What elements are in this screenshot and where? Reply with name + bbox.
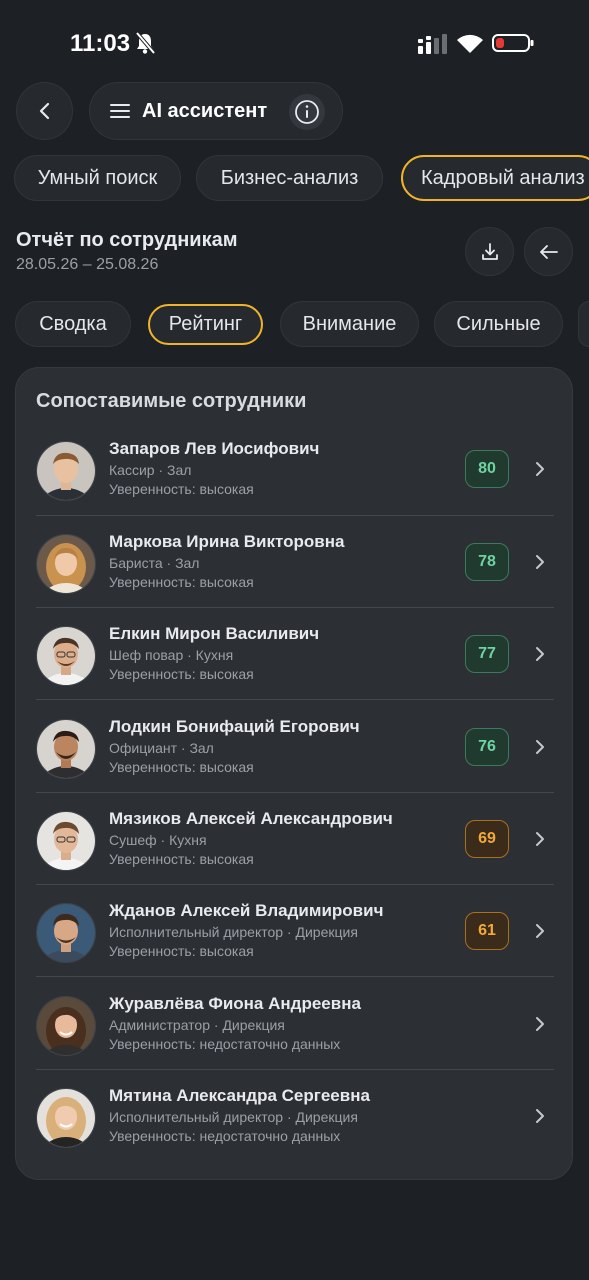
info-button[interactable] (289, 94, 325, 130)
employee-role: Официант · Зал (109, 740, 214, 756)
avatar (36, 719, 96, 779)
report-title: Отчёт по сотрудникам (16, 229, 238, 251)
employee-confidence: Уверенность: высокая (109, 759, 254, 775)
employees-card: Сопоставимые сотрудники Запаров Лев Иоси… (15, 367, 573, 1180)
signal-icon (418, 34, 447, 54)
avatar (36, 1088, 96, 1148)
employee-row[interactable]: Мятина Александра Сергеевна Исполнительн… (36, 1084, 554, 1176)
tab-business-analysis[interactable]: Бизнес-анализ (196, 155, 383, 201)
tab-rating[interactable]: Рейтинг (148, 304, 263, 345)
score-badge: 69 (465, 820, 509, 858)
report-date-range: 28.05.26 – 25.08.26 (16, 256, 159, 273)
employee-confidence: Уверенность: высокая (109, 943, 254, 959)
employee-row[interactable]: Маркова Ирина Викторовна Бариста · Зал У… (36, 530, 554, 622)
employee-row[interactable]: Мязиков Алексей Александрович Сушеф · Ку… (36, 807, 554, 899)
download-icon (481, 242, 498, 260)
tab-summary[interactable]: Сводка (15, 301, 131, 347)
employee-name: Жданов Алексей Владимирович (109, 901, 384, 920)
chevron-right-icon (536, 1109, 544, 1123)
avatar (36, 996, 96, 1056)
employee-confidence: Уверенность: высокая (109, 574, 254, 590)
score-badge: 78 (465, 543, 509, 581)
employee-name: Мязиков Алексей Александрович (109, 809, 393, 828)
employee-name: Запаров Лев Иосифович (109, 439, 320, 458)
employee-confidence: Уверенность: недостаточно данных (109, 1036, 341, 1052)
card-title: Сопоставимые сотрудники (36, 390, 307, 412)
tab-smart-search[interactable]: Умный поиск (14, 155, 181, 201)
chevron-right-icon (536, 740, 544, 754)
employee-row[interactable]: Лодкин Бонифаций Егорович Официант · Зал… (36, 715, 554, 807)
avatar (36, 811, 96, 871)
employee-name: Журавлёва Фиона Андреевна (109, 994, 361, 1013)
employee-confidence: Уверенность: высокая (109, 481, 254, 497)
employee-row[interactable]: Елкин Мирон Василивич Шеф повар · Кухня … (36, 622, 554, 714)
status-time: 11:03 (70, 30, 131, 57)
employee-role: Исполнительный директор · Дирекция (109, 1109, 358, 1125)
tab-attention[interactable]: Внимание (280, 301, 419, 347)
score-badge: 80 (465, 450, 509, 488)
divider (36, 515, 554, 516)
battery-low-icon (492, 34, 534, 52)
divider (36, 607, 554, 608)
tab-strong[interactable]: Сильные (434, 301, 563, 347)
employee-name: Мятина Александра Сергеевна (109, 1086, 370, 1105)
menu-icon[interactable] (110, 102, 130, 120)
employee-row[interactable]: Жданов Алексей Владимирович Исполнительн… (36, 899, 554, 991)
employee-role: Сушеф · Кухня (109, 832, 207, 848)
divider (36, 792, 554, 793)
employee-role: Администратор · Дирекция (109, 1017, 285, 1033)
download-button[interactable] (465, 227, 514, 276)
avatar (36, 626, 96, 686)
chevron-right-icon (536, 832, 544, 846)
employee-role: Шеф повар · Кухня (109, 647, 234, 663)
employee-confidence: Уверенность: высокая (109, 851, 254, 867)
chevron-left-icon (39, 102, 49, 120)
employee-role: Бариста · Зал (109, 555, 200, 571)
back-button[interactable] (16, 82, 73, 140)
employee-name: Маркова Ирина Викторовна (109, 532, 345, 551)
divider (36, 976, 554, 977)
chevron-right-icon (536, 462, 544, 476)
score-badge: 77 (465, 635, 509, 673)
divider (36, 884, 554, 885)
wifi-icon (457, 34, 483, 53)
employee-confidence: Уверенность: недостаточно данных (109, 1128, 341, 1144)
score-badge: 76 (465, 728, 509, 766)
employee-role: Кассир · Зал (109, 462, 192, 478)
chevron-right-icon (536, 1017, 544, 1031)
report-back-button[interactable] (524, 227, 573, 276)
score-badge: 61 (465, 912, 509, 950)
chevron-right-icon (536, 555, 544, 569)
employee-confidence: Уверенность: высокая (109, 666, 254, 682)
arrow-left-icon (539, 244, 558, 259)
status-bar: 11:03 (0, 0, 589, 88)
divider (36, 1069, 554, 1070)
info-icon (295, 100, 319, 124)
chevron-right-icon (536, 647, 544, 661)
page-title: AI ассистент (142, 100, 268, 122)
avatar (36, 441, 96, 501)
bell-muted-icon (135, 31, 156, 55)
employee-name: Елкин Мирон Василивич (109, 624, 320, 643)
avatar (36, 534, 96, 594)
assistant-title-bar[interactable]: AI ассистент (89, 82, 343, 140)
avatar (36, 903, 96, 963)
employee-name: Лодкин Бонифаций Егорович (109, 717, 360, 736)
tab-more-partial[interactable] (578, 301, 589, 347)
employee-role: Исполнительный директор · Дирекция (109, 924, 358, 940)
employee-row[interactable]: Журавлёва Фиона Андреевна Администратор … (36, 992, 554, 1084)
divider (36, 699, 554, 700)
chevron-right-icon (536, 924, 544, 938)
tab-hr-analysis[interactable]: Кадровый анализ (401, 155, 589, 201)
